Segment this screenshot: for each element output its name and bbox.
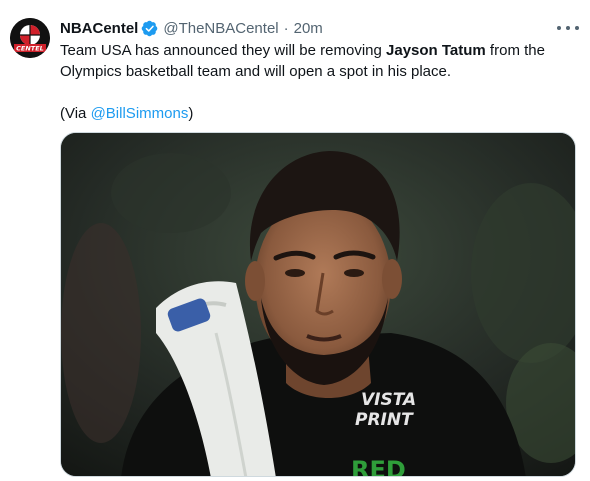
jersey-partial-text: RED (351, 456, 406, 477)
nbacentel-logo-icon: CENTEL (10, 18, 50, 58)
tweet-header: NBACentel @TheNBACentel · 20m (60, 17, 323, 39)
tweet-body: Team USA has announced they will be remo… (60, 40, 580, 82)
player-photo: VISTA PRINT RED (61, 133, 575, 477)
author-handle[interactable]: @TheNBACentel (163, 20, 278, 37)
verified-badge-icon (142, 20, 158, 36)
author-name[interactable]: NBACentel (60, 20, 138, 37)
avatar[interactable]: CENTEL (10, 18, 50, 58)
tweet-text-before: Team USA has announced they will be remo… (60, 42, 387, 59)
tweet[interactable]: CENTEL NBACentel @TheNBACentel · 20m Tea… (0, 0, 590, 481)
tweet-via-line: (Via @BillSimmons) (60, 103, 580, 124)
via-prefix: (Via (60, 105, 91, 122)
avatar-text: CENTEL (16, 44, 44, 52)
tweet-timestamp[interactable]: 20m (294, 20, 323, 37)
tweet-text: Team USA has announced they will be remo… (60, 40, 580, 124)
tweet-text-bold-name: Jayson Tatum (386, 42, 486, 59)
separator-dot: · (283, 19, 289, 37)
via-suffix: ) (188, 105, 194, 122)
jersey-text-print: PRINT (355, 410, 414, 430)
more-options-icon[interactable] (557, 19, 579, 37)
jersey-text-vista: VISTA (361, 390, 416, 410)
tweet-image[interactable]: VISTA PRINT RED (60, 132, 576, 477)
mention-link[interactable]: @BillSimmons (91, 105, 189, 122)
